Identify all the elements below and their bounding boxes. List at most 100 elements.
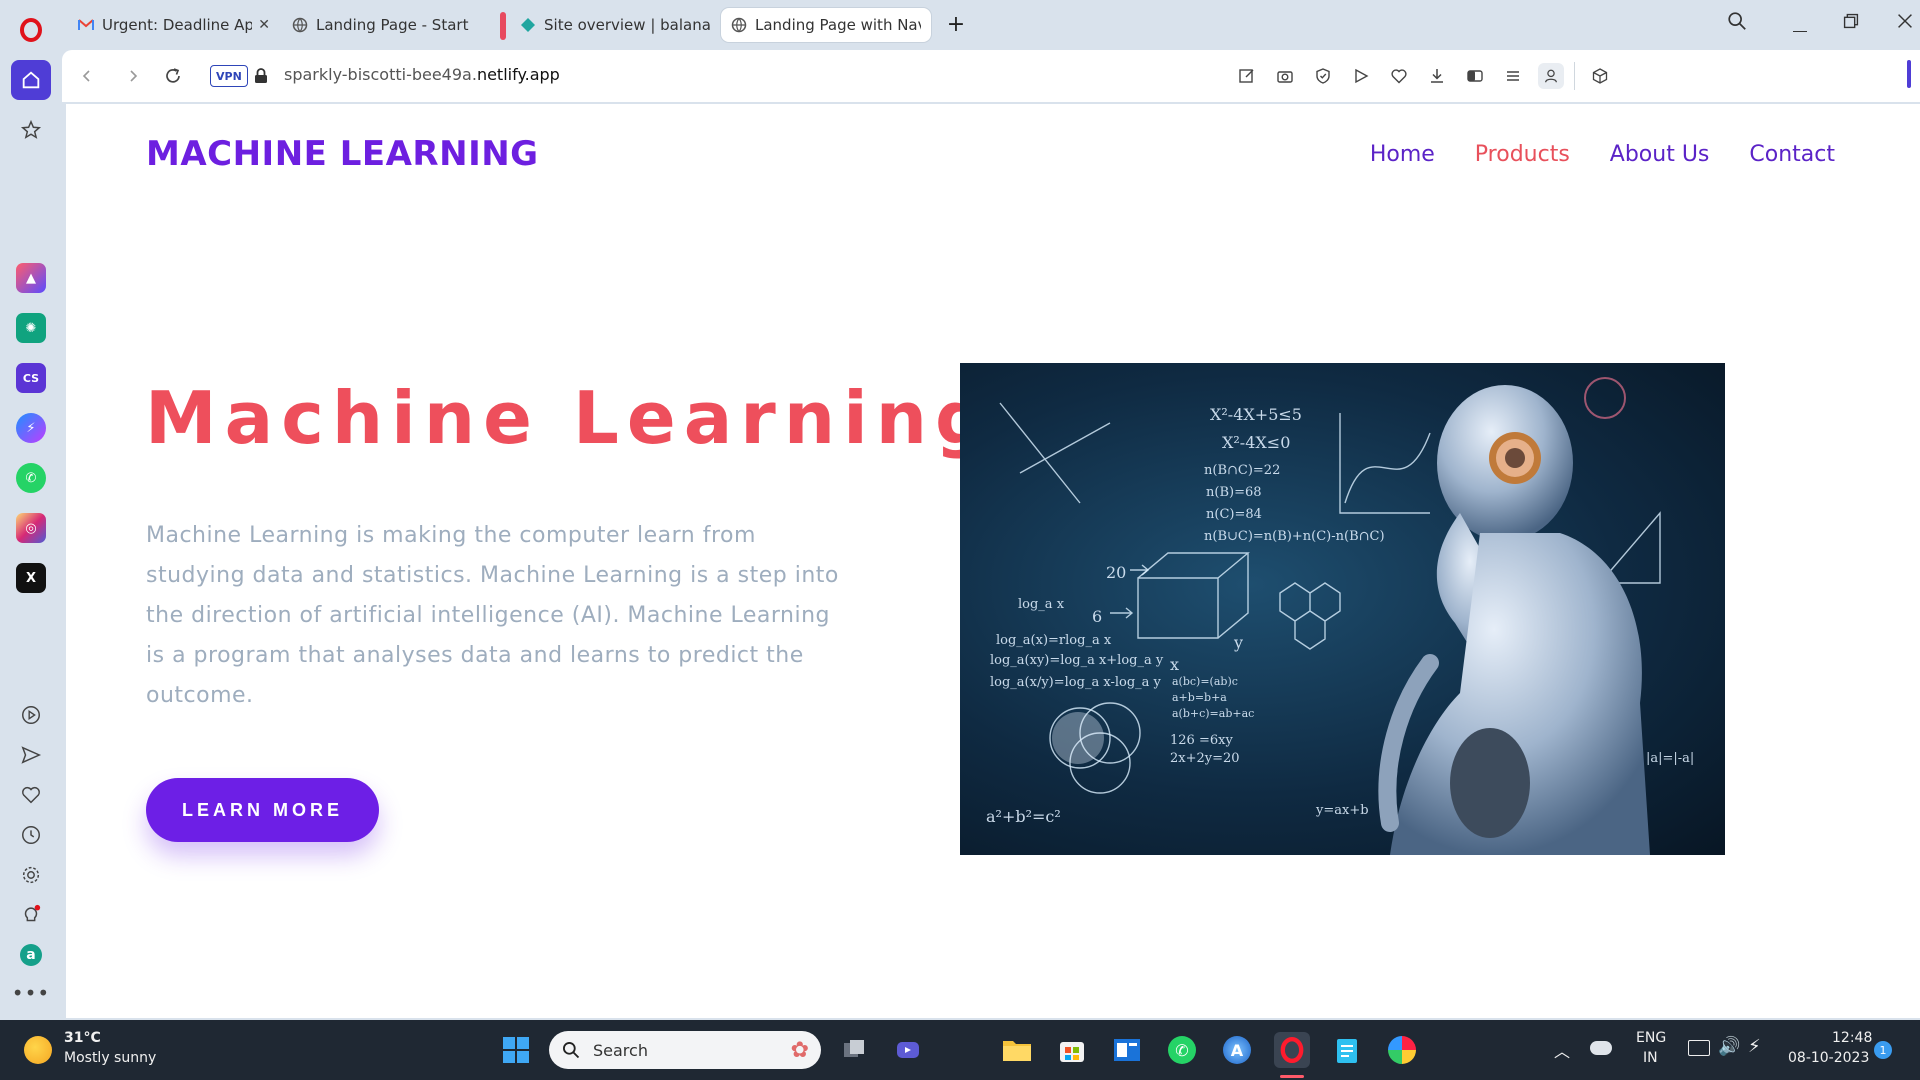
cs-app-icon[interactable]: CS	[11, 358, 51, 398]
show-hidden-icons-chevron-icon[interactable]: ︿	[1554, 1038, 1570, 1062]
aria-assistant-icon[interactable]: a	[11, 935, 51, 975]
tab-landing-start-bootstrap[interactable]: Landing Page - Start Boot	[282, 8, 482, 42]
close-window-icon[interactable]	[1894, 10, 1920, 38]
globe-icon	[292, 17, 308, 33]
tab-title: Urgent: Deadline App	[102, 16, 253, 34]
onedrive-cloud-icon[interactable]	[1590, 1041, 1612, 1055]
microsoft-store-icon[interactable]	[1054, 1032, 1090, 1068]
nav-link-home[interactable]: Home	[1370, 142, 1435, 167]
site-nav: Home Products About Us Contact	[1370, 142, 1835, 167]
learn-more-button[interactable]: LEARN MORE	[146, 778, 379, 842]
vpn-badge[interactable]: VPN	[210, 65, 248, 87]
toolbar-divider	[1574, 62, 1575, 90]
weather-temperature[interactable]: 31°C	[64, 1030, 101, 1046]
favorite-heart-icon[interactable]	[1386, 63, 1412, 89]
theme-toggle-icon[interactable]	[1462, 63, 1488, 89]
profile-icon[interactable]	[1538, 63, 1564, 89]
opera-logo-icon[interactable]	[11, 10, 51, 50]
tab-bar: Urgent: Deadline App ✕ Landing Page - St…	[62, 0, 1920, 50]
url-field[interactable]: sparkly-biscotti-bee49a.netlify.app	[284, 65, 560, 84]
whatsapp-app-icon[interactable]: ✆	[11, 458, 51, 498]
nav-link-products[interactable]: Products	[1475, 142, 1570, 167]
taskbar-search-box[interactable]: Search ✿	[549, 1031, 821, 1069]
network-icon[interactable]	[1688, 1040, 1710, 1056]
heart-icon[interactable]	[11, 775, 51, 815]
search-highlight-icon: ✿	[790, 1037, 809, 1063]
hero-description: Machine Learning is making the computer …	[146, 523, 839, 708]
easy-setup-icon[interactable]	[1500, 63, 1526, 89]
url-subdomain: sparkly-biscotti-bee49a.	[284, 65, 477, 84]
home-icon[interactable]	[11, 60, 51, 100]
camera-icon[interactable]	[1272, 63, 1298, 89]
app-a-taskbar-icon[interactable]: A	[1219, 1032, 1255, 1068]
address-bar: VPN sparkly-biscotti-bee49a.netlify.app	[62, 50, 1920, 102]
region-indicator[interactable]: IN	[1643, 1050, 1658, 1066]
web-page: MACHINE LEARNING Home Products About Us …	[66, 104, 1920, 1018]
messenger-app-icon[interactable]: ⚡	[11, 408, 51, 448]
search-icon	[563, 1042, 580, 1059]
task-view-icon[interactable]	[836, 1032, 872, 1068]
file-explorer-icon[interactable]	[999, 1032, 1035, 1068]
back-icon[interactable]	[74, 63, 100, 89]
history-icon[interactable]	[11, 815, 51, 855]
browser-sidebar: ▲ ✺ CS ⚡ ✆ ◎ X a •••	[0, 0, 62, 1018]
shield-icon[interactable]	[1310, 63, 1336, 89]
star-icon[interactable]	[11, 110, 51, 150]
hero-image-ai-robot: X²-4X+5≤5 X²-4X≤0 n(B∩C)=22 n(B)=68 n(C)…	[960, 363, 1725, 855]
more-options-icon[interactable]: •••	[11, 973, 51, 1013]
gmail-icon	[78, 17, 94, 33]
tab-search-icon[interactable]	[1726, 10, 1754, 38]
windows-taskbar: 31°C Mostly sunny Search ✿ ✆ A ︿ ENG IN …	[0, 1020, 1920, 1080]
lock-icon[interactable]	[248, 63, 274, 89]
reload-icon[interactable]	[160, 63, 186, 89]
tab-landing-nav-active[interactable]: Landing Page with Nav M	[721, 8, 931, 42]
paint-app-icon[interactable]	[1384, 1032, 1420, 1068]
volume-icon[interactable]: 🔊	[1718, 1036, 1740, 1057]
clock-date[interactable]: 08-10-2023	[1788, 1050, 1869, 1066]
hero-title: Machine Learning	[145, 376, 995, 460]
language-indicator[interactable]: ENG	[1636, 1030, 1666, 1046]
netlify-icon	[520, 17, 536, 33]
chatgpt-app-icon[interactable]: ✺	[11, 308, 51, 348]
clock-time[interactable]: 12:48	[1832, 1030, 1872, 1046]
restore-window-icon[interactable]	[1840, 10, 1868, 38]
globe-icon	[731, 17, 747, 33]
tab-group-marker	[500, 12, 506, 40]
news-app-icon[interactable]	[1109, 1032, 1145, 1068]
nav-link-contact[interactable]: Contact	[1749, 142, 1835, 167]
url-domain: netlify.app	[476, 65, 560, 84]
whatsapp-taskbar-icon[interactable]: ✆	[1164, 1032, 1200, 1068]
player-icon[interactable]	[11, 695, 51, 735]
battery-charging-icon[interactable]: ⚡	[1748, 1036, 1761, 1057]
x-app-icon[interactable]: X	[11, 558, 51, 598]
search-placeholder: Search	[593, 1040, 648, 1060]
send-icon[interactable]	[11, 735, 51, 775]
instagram-app-icon[interactable]: ◎	[11, 508, 51, 548]
aria-app-icon[interactable]: ▲	[11, 258, 51, 298]
tab-netlify-site-overview[interactable]: Site overview | balananuji	[510, 8, 720, 42]
opera-active-indicator	[1280, 1075, 1304, 1078]
weather-sun-icon[interactable]	[24, 1036, 52, 1064]
teams-meet-icon[interactable]	[890, 1032, 926, 1068]
hero-image-illustration	[999, 377, 1661, 855]
lightbulb-icon[interactable]	[11, 895, 51, 935]
edit-snapshot-icon[interactable]	[1234, 63, 1260, 89]
site-logo[interactable]: MACHINE LEARNING	[146, 134, 539, 174]
settings-gear-icon[interactable]	[11, 855, 51, 895]
nav-link-about-us[interactable]: About Us	[1610, 142, 1710, 167]
forward-icon[interactable]	[120, 63, 146, 89]
opera-taskbar-icon[interactable]	[1274, 1032, 1310, 1068]
new-tab-plus-icon[interactable]: +	[944, 12, 968, 37]
play-icon[interactable]	[1348, 63, 1374, 89]
tab-title: Site overview | balananuji	[544, 16, 710, 34]
minimize-icon[interactable]	[1786, 10, 1814, 38]
weather-condition[interactable]: Mostly sunny	[64, 1050, 156, 1066]
download-icon[interactable]	[1424, 63, 1450, 89]
tab-close-icon[interactable]: ✕	[258, 17, 270, 33]
robot-figure	[1378, 385, 1650, 855]
tab-gmail[interactable]: Urgent: Deadline App ✕	[68, 8, 280, 42]
notepad-icon[interactable]	[1329, 1032, 1365, 1068]
notification-badge[interactable]: 1	[1874, 1041, 1892, 1059]
windows-start-icon[interactable]	[498, 1032, 534, 1068]
extensions-cube-icon[interactable]	[1587, 63, 1613, 89]
